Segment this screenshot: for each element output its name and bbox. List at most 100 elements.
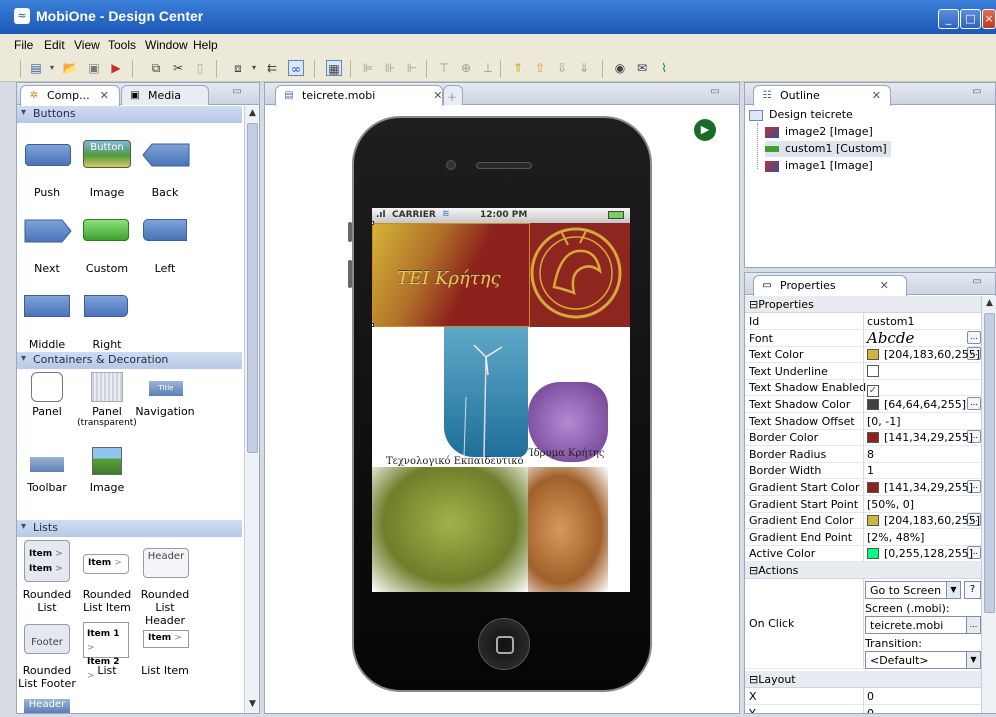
property-value[interactable]: [64,64,64,255] (867, 398, 966, 411)
image-container-thumb[interactable] (92, 447, 122, 475)
middle-button-thumb[interactable] (24, 295, 70, 317)
components-scrollbar[interactable]: ▲ ▼ (244, 106, 259, 713)
outline-item-image2[interactable]: image2 [Image] (765, 124, 873, 140)
property-value[interactable]: custom1 (867, 315, 915, 328)
scroll-down-icon[interactable]: ▼ (246, 698, 259, 711)
image-button-thumb[interactable]: Button (83, 140, 131, 168)
scroll-thumb[interactable] (247, 123, 258, 453)
tab-outline[interactable]: ☷ Outline ✕ (753, 85, 891, 106)
close-editor-tab-icon[interactable]: ✕ (433, 89, 442, 102)
editor-minimize-icon[interactable]: ▭ (709, 87, 721, 97)
outline-minimize-icon[interactable]: ▭ (971, 87, 983, 97)
component-list[interactable]: List (77, 664, 137, 677)
minimize-panel-icon[interactable]: ▭ (231, 87, 243, 97)
component-rounded-list[interactable]: Rounded List (17, 588, 77, 614)
transition-select[interactable]: <Default> ▼ (865, 651, 981, 669)
run-preview-icon[interactable]: ▶ (694, 119, 716, 141)
screen-input[interactable]: teicrete.mobi... (865, 616, 981, 634)
edit-font-button[interactable]: ... (967, 331, 981, 344)
layout-row[interactable]: X0 (745, 688, 985, 705)
rounded-list-item-thumb[interactable]: Item > (83, 554, 129, 574)
edit-color-button[interactable]: ... (967, 397, 981, 410)
component-image-button[interactable]: Image (77, 186, 137, 199)
property-row[interactable]: ... Active Color [0,255,128,255] (745, 545, 985, 562)
outline-item-image1[interactable]: image1 [Image] (765, 158, 873, 174)
property-checkbox[interactable] (867, 365, 879, 377)
link-icon[interactable]: ⇇ (264, 60, 280, 76)
property-row[interactable]: ... Text Shadow Color [64,64,64,255] (745, 396, 985, 413)
props-scroll-thumb[interactable] (984, 313, 995, 613)
menu-view[interactable]: View (74, 38, 100, 52)
close-button[interactable]: × (982, 9, 996, 29)
property-value[interactable]: [141,34,29,255] (867, 431, 973, 444)
property-row[interactable]: ... Font Abcde (745, 329, 985, 347)
tab-components[interactable]: ✲ Comp... ✕ (20, 85, 120, 106)
property-row[interactable]: ... Gradient End Color [204,183,60,255] (745, 512, 985, 529)
property-row[interactable]: Text Underline (745, 363, 985, 380)
new-file-icon[interactable]: ▤ (28, 60, 44, 76)
list-item-thumb[interactable]: Item > (143, 630, 189, 648)
right-button-thumb[interactable] (84, 295, 128, 317)
component-right[interactable]: Right (77, 338, 137, 351)
new-dropdown-icon[interactable]: ▾ (44, 60, 60, 76)
export-icon[interactable]: ▶ (108, 60, 124, 76)
rounded-list-thumb[interactable]: Item > Item > (24, 540, 70, 582)
open-folder-icon[interactable]: 📂 (62, 60, 78, 76)
outline-item-custom1[interactable]: custom1 [Custom] (765, 141, 891, 157)
menu-file[interactable]: File (14, 38, 33, 52)
maximize-button[interactable]: □ (960, 9, 981, 29)
component-back[interactable]: Back (135, 186, 195, 199)
property-value[interactable]: ✓ (867, 381, 879, 397)
panel-thumb[interactable] (31, 372, 63, 402)
property-row[interactable]: Gradient Start Point [50%, 0] (745, 496, 985, 513)
paste-icon[interactable]: ▯ (192, 60, 208, 76)
minimize-button[interactable]: _ (938, 9, 959, 29)
left-button-thumb[interactable] (143, 219, 187, 241)
component-next[interactable]: Next (17, 262, 77, 275)
menu-tools[interactable]: Tools (108, 38, 136, 52)
property-row[interactable]: Text Shadow Enabled ✓ (745, 379, 985, 397)
wifi-deploy-icon[interactable]: ⌇ (656, 60, 672, 76)
close-tab-icon[interactable]: ✕ (100, 89, 109, 102)
scroll-up-icon[interactable]: ▲ (246, 107, 259, 120)
close-properties-tab-icon[interactable]: ✕ (880, 279, 889, 292)
bring-to-front-icon[interactable]: ⇑ (510, 60, 526, 76)
rounded-list-header-thumb[interactable]: Header (143, 548, 189, 578)
close-outline-tab-icon[interactable]: ✕ (872, 89, 881, 102)
menu-help[interactable]: Help (193, 38, 218, 52)
copy-icon[interactable]: ⧉ (148, 60, 164, 76)
layout-row[interactable]: Y0 (745, 705, 985, 713)
panel-transparent-thumb[interactable] (91, 372, 123, 402)
action-select[interactable]: Go to Screen ▼ (865, 581, 961, 599)
component-rounded-list-item[interactable]: Rounded List Item (77, 588, 137, 614)
header-thumb[interactable]: Header (24, 699, 70, 713)
component-middle[interactable]: Middle (17, 338, 77, 351)
align-center-icon[interactable]: ⊪ (382, 60, 398, 76)
help-button[interactable]: ? (964, 581, 981, 599)
align-bottom-icon[interactable]: ⊥ (480, 60, 496, 76)
property-value[interactable]: [204,183,60,255] (867, 514, 980, 527)
home-button[interactable] (478, 618, 530, 670)
component-navigation[interactable]: Navigation (135, 405, 195, 418)
property-row[interactable]: Border Width 1 (745, 462, 985, 479)
component-list-item[interactable]: List Item (135, 664, 195, 677)
component-rounded-list-footer[interactable]: Rounded List Footer (17, 664, 77, 690)
component-custom[interactable]: Custom (77, 262, 137, 275)
rounded-list-footer-thumb[interactable]: Footer (24, 624, 70, 654)
image2-logo[interactable] (530, 223, 630, 327)
section-lists[interactable]: Lists (17, 520, 242, 537)
property-value[interactable]: [204,183,60,255] (867, 348, 980, 361)
cut-icon[interactable]: ✂ (170, 60, 186, 76)
component-left[interactable]: Left (135, 262, 195, 275)
menu-window[interactable]: Window (145, 38, 188, 52)
property-row[interactable]: ... Text Color [204,183,60,255] (745, 346, 985, 363)
property-row[interactable]: ... Gradient Start Color [141,34,29,255] (745, 479, 985, 496)
custom1-banner[interactable]: TEI Κρήτης (372, 223, 530, 327)
property-value[interactable]: 8 (867, 448, 874, 461)
image1-collage[interactable]: Τεχνολογικό Εκπαιδευτικό Ίδρυμα Κρήτης (372, 327, 630, 592)
group-actions[interactable]: ⊟Actions (745, 562, 985, 579)
section-buttons[interactable]: Buttons (17, 106, 242, 123)
tab-media[interactable]: ▣ Media (121, 85, 209, 105)
property-value[interactable]: [50%, 0] (867, 498, 914, 511)
save-icon[interactable]: ▣ (86, 60, 102, 76)
